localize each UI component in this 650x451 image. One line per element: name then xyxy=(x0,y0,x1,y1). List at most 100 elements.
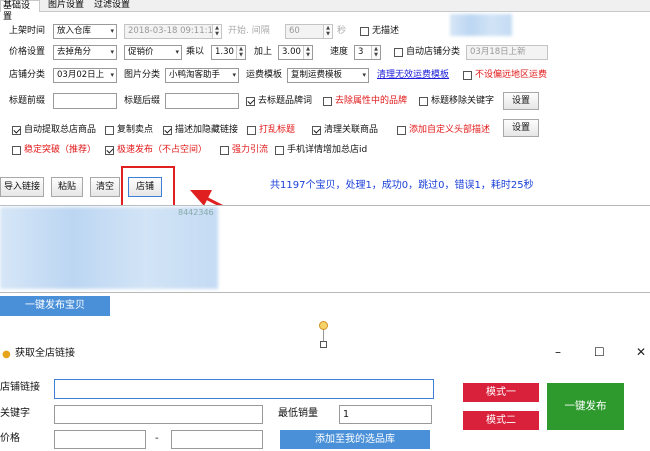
chevron-down-icon: ▾ xyxy=(232,71,236,79)
mode-two-button[interactable]: 模式二 xyxy=(463,411,539,430)
blurred-region xyxy=(450,14,512,36)
image-category-select[interactable]: 小鸭淘客助手 ▾ xyxy=(165,68,239,83)
shop-category-label: 店铺分类 xyxy=(9,70,46,80)
spinner-icon: ▲ ▼ xyxy=(323,25,332,38)
auto-category-input[interactable]: 03月18日上新 xyxy=(466,45,548,60)
add-to-library-button[interactable]: 添加至我的选品库 xyxy=(280,430,430,449)
chevron-down-icon: ▾ xyxy=(362,71,366,79)
resize-handle[interactable] xyxy=(320,341,327,348)
title-remove-keyword-checkbox[interactable] xyxy=(419,97,428,106)
clear-templates-link[interactable]: 清理无效运费模板 xyxy=(377,68,449,82)
title-suffix-label: 标题后缀 xyxy=(124,96,161,106)
shop-button[interactable]: 店铺 xyxy=(128,177,162,197)
shipping-template-select[interactable]: 复制运费模板 ▾ xyxy=(287,68,369,83)
lightbulb-icon: ● xyxy=(2,349,11,360)
mode-one-button[interactable]: 模式一 xyxy=(463,383,539,402)
shipping-template-label: 运费模板 xyxy=(246,70,283,80)
clear-button[interactable]: 清空 xyxy=(90,177,120,197)
tab-basic-settings[interactable]: 基础设置 xyxy=(0,0,40,22)
price-min-input[interactable] xyxy=(54,430,146,449)
datetime-input[interactable]: 2018-03-18 09:11:19 ▲ ▼ xyxy=(124,24,222,39)
title-prefix-label: 标题前缀 xyxy=(9,96,46,106)
title-suffix-input[interactable] xyxy=(165,93,239,109)
one-click-publish-button[interactable]: 一键发布 xyxy=(547,383,624,430)
price-dash: - xyxy=(155,433,159,444)
header-settings-button[interactable]: 设置 xyxy=(503,119,539,137)
spinner-icon: ▲ ▼ xyxy=(212,25,221,38)
title-remove-keyword-label: 标题移除关键字 xyxy=(431,96,495,106)
remove-brand-label: 去标题品牌词 xyxy=(258,96,313,106)
tab-image-settings[interactable]: 图片设置 xyxy=(46,0,86,12)
price-rule-select[interactable]: 去掉角分 ▾ xyxy=(53,45,117,60)
min-sales-label: 最低销量 xyxy=(278,408,318,419)
fast-publish-label: 极速发布（不占空间） xyxy=(117,145,208,155)
min-sales-input[interactable]: 1 xyxy=(339,405,432,424)
multiply-input[interactable]: 1.30 ▲ ▼ xyxy=(211,45,246,60)
clean-related-checkbox[interactable] xyxy=(312,126,321,135)
no-desc-checkbox[interactable] xyxy=(360,27,369,36)
chevron-down-icon: ▾ xyxy=(110,48,114,56)
price-label: 价格 xyxy=(0,433,20,444)
custom-header-checkbox[interactable] xyxy=(397,126,406,135)
auto-extract-checkbox[interactable] xyxy=(12,126,21,135)
price-settings-label: 价格设置 xyxy=(9,47,46,57)
keyword-input[interactable] xyxy=(54,405,263,424)
shelf-time-label: 上架时间 xyxy=(9,26,46,36)
interval-label: 开始. 间隔 xyxy=(228,26,270,36)
force-drain-label: 强力引流 xyxy=(232,145,269,155)
title-prefix-input[interactable] xyxy=(53,93,117,109)
tab-bar: 基础设置 图片设置 过滤设置 xyxy=(0,0,650,22)
random-title-label: 打乱标题 xyxy=(259,125,296,135)
clean-related-label: 清理关联商品 xyxy=(324,125,379,135)
shop-link-input[interactable] xyxy=(54,379,434,399)
keyword-label: 关键字 xyxy=(0,408,30,419)
auto-extract-label: 自动提取总店商品 xyxy=(24,125,97,135)
no-desc-label: 无描述 xyxy=(372,26,400,36)
no-remote-checkbox[interactable] xyxy=(463,71,472,80)
stable-break-checkbox[interactable] xyxy=(12,146,21,155)
shop-link-label: 店铺链接 xyxy=(0,382,40,393)
stable-break-label: 稳定突破（推荐） xyxy=(24,145,97,155)
interval-input[interactable]: 60 ▲ ▼ xyxy=(285,24,333,39)
multiply-label: 乘以 xyxy=(186,47,205,57)
image-category-label: 图片分类 xyxy=(124,70,161,80)
mobile-detail-label: 手机详情增加总店id xyxy=(287,145,368,155)
close-icon[interactable]: ✕ xyxy=(636,345,646,359)
remove-attr-brand-checkbox[interactable] xyxy=(323,97,332,106)
chevron-down-icon: ▾ xyxy=(110,27,114,35)
chevron-down-icon: ▾ xyxy=(110,71,114,79)
spinner-icon: ▲ ▼ xyxy=(371,46,380,59)
remove-brand-checkbox[interactable] xyxy=(246,97,255,106)
desc-hidden-link-checkbox[interactable] xyxy=(163,126,172,135)
seconds-label: 秒 xyxy=(337,26,347,36)
log-partial-text: 8442346 xyxy=(178,208,214,217)
tab-filter-settings[interactable]: 过滤设置 xyxy=(92,0,134,12)
title-settings-button[interactable]: 设置 xyxy=(503,92,539,110)
auto-category-checkbox[interactable] xyxy=(394,48,403,57)
force-drain-checkbox[interactable] xyxy=(220,146,229,155)
shelf-time-select[interactable]: 放入仓库 ▾ xyxy=(53,24,117,39)
random-title-checkbox[interactable] xyxy=(247,126,256,135)
desc-hidden-link-label: 描述加隐藏链接 xyxy=(175,125,239,135)
auto-category-label: 自动店铺分类 xyxy=(406,47,461,57)
speed-label: 速度 xyxy=(330,47,349,57)
mobile-detail-checkbox[interactable] xyxy=(275,146,284,155)
price-type-select[interactable]: 促销价 ▾ xyxy=(124,45,182,60)
copy-selling-checkbox[interactable] xyxy=(105,126,114,135)
shop-category-select[interactable]: 03月02日上 ▾ xyxy=(53,68,117,83)
speed-input[interactable]: 3 ▲ ▼ xyxy=(354,45,381,60)
paste-button[interactable]: 粘贴 xyxy=(51,177,83,197)
maximize-icon[interactable]: ☐ xyxy=(594,345,605,359)
import-links-button[interactable]: 导入链接 xyxy=(0,177,44,197)
anchor-handle[interactable] xyxy=(319,321,328,330)
add-label: 加上 xyxy=(254,47,273,57)
price-max-input[interactable] xyxy=(171,430,263,449)
dialog-title: 获取全店链接 xyxy=(15,348,75,359)
add-input[interactable]: 3.00 ▲ ▼ xyxy=(278,45,313,60)
no-remote-label: 不设偏远地区运费 xyxy=(475,70,548,80)
minimize-icon[interactable]: – xyxy=(555,345,561,359)
spinner-icon: ▲ ▼ xyxy=(303,46,312,59)
publish-items-button[interactable]: 一键发布宝贝 xyxy=(0,296,110,316)
chevron-down-icon: ▾ xyxy=(175,48,179,56)
fast-publish-checkbox[interactable] xyxy=(105,146,114,155)
